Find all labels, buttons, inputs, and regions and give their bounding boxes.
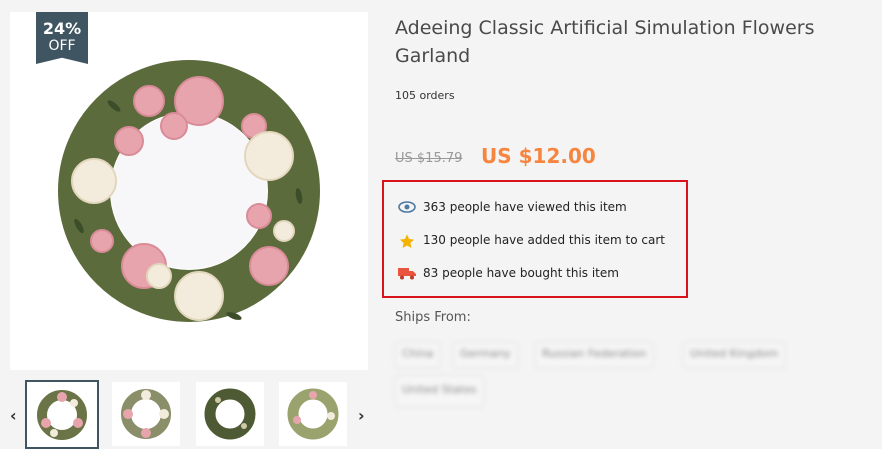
- stat-viewed-text: 363 people have viewed this item: [423, 200, 627, 214]
- discount-percent: 24%: [42, 19, 82, 38]
- sale-price: US $12.00: [481, 144, 596, 168]
- eye-icon: [398, 200, 416, 214]
- wreath-image: [58, 60, 320, 322]
- thumbnail-next-arrow[interactable]: ›: [358, 406, 365, 425]
- thumbnail-wreath-greenery-image: [204, 388, 256, 440]
- product-title: Adeeing Classic Artificial Simulation Fl…: [395, 17, 815, 67]
- ship-option-uk[interactable]: United Kingdom: [683, 342, 786, 368]
- stat-bought-text: 83 people have bought this item: [423, 266, 619, 280]
- original-price: US $15.79: [395, 151, 463, 166]
- order-count: 105 orders: [395, 89, 455, 102]
- stat-bought: 83 people have bought this item: [398, 266, 619, 280]
- star-icon: [398, 233, 416, 248]
- thumbnail-prev-arrow[interactable]: ‹: [10, 406, 17, 425]
- product-stats-box: 363 people have viewed this item 130 peo…: [382, 180, 688, 298]
- discount-off-label: OFF: [48, 38, 76, 54]
- stat-cart-text: 130 people have added this item to cart: [423, 233, 665, 247]
- main-product-image[interactable]: [10, 12, 368, 370]
- thumbnail-wreath-white-image: [121, 389, 171, 439]
- discount-badge: 24% OFF: [36, 12, 88, 64]
- thumbnail-3[interactable]: [196, 382, 264, 446]
- ship-option-china[interactable]: China: [395, 342, 441, 368]
- ship-option-russia[interactable]: Russian Federation: [535, 342, 654, 368]
- ship-option-germany[interactable]: Germany: [453, 342, 518, 368]
- thumbnail-wreath-green-pink-image: [287, 388, 339, 440]
- thumbnail-2[interactable]: [112, 382, 180, 446]
- thumbnail-4[interactable]: [279, 382, 347, 446]
- stat-viewed: 363 people have viewed this item: [398, 200, 627, 214]
- thumbnail-1[interactable]: [25, 380, 99, 449]
- thumbnail-wreath-pink-image: [37, 389, 87, 440]
- ship-option-us[interactable]: United States: [395, 375, 484, 407]
- ships-from-label: Ships From:: [395, 310, 471, 325]
- thumbnail-strip: ‹ ›: [0, 380, 380, 449]
- truck-icon: [398, 266, 416, 280]
- stat-cart: 130 people have added this item to cart: [398, 233, 665, 248]
